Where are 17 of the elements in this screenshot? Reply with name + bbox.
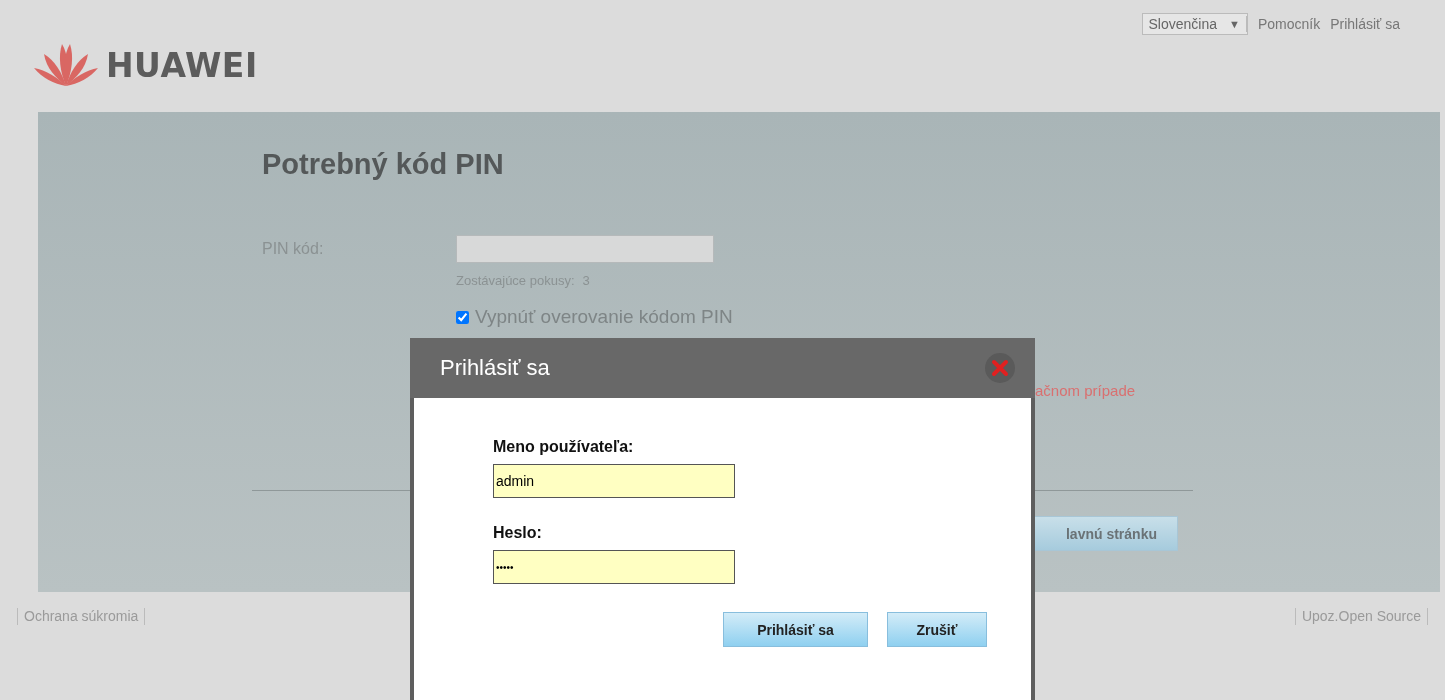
field-label: Meno používateľa: <box>493 438 635 456</box>
dialog-button[interactable]: Zrušiť <box>887 612 987 647</box>
pin-input-field[interactable] <box>456 235 714 263</box>
checkbox[interactable] <box>456 310 469 324</box>
warning-text: ačnom prípade <box>1035 382 1136 399</box>
dialog-button[interactable]: Prihlásiť sa <box>723 612 868 647</box>
page-title: Potrebný kód PIN <box>262 148 505 181</box>
close-icon[interactable] <box>985 353 1015 383</box>
header-link[interactable]: Pomocník <box>1257 13 1321 32</box>
header-link[interactable]: Prihlásiť sa <box>1330 13 1400 32</box>
field-label: Heslo: <box>493 524 543 542</box>
password-input-field[interactable]: ••••• <box>493 550 735 584</box>
username-input-field[interactable]: admin <box>493 464 735 498</box>
logo-text: HUAWEI <box>106 45 258 85</box>
language-dropdown[interactable]: Slovenčina ▼ <box>1141 13 1248 35</box>
petal-logo-icon <box>32 42 100 88</box>
dialog-title: Prihlásiť sa <box>440 355 550 381</box>
